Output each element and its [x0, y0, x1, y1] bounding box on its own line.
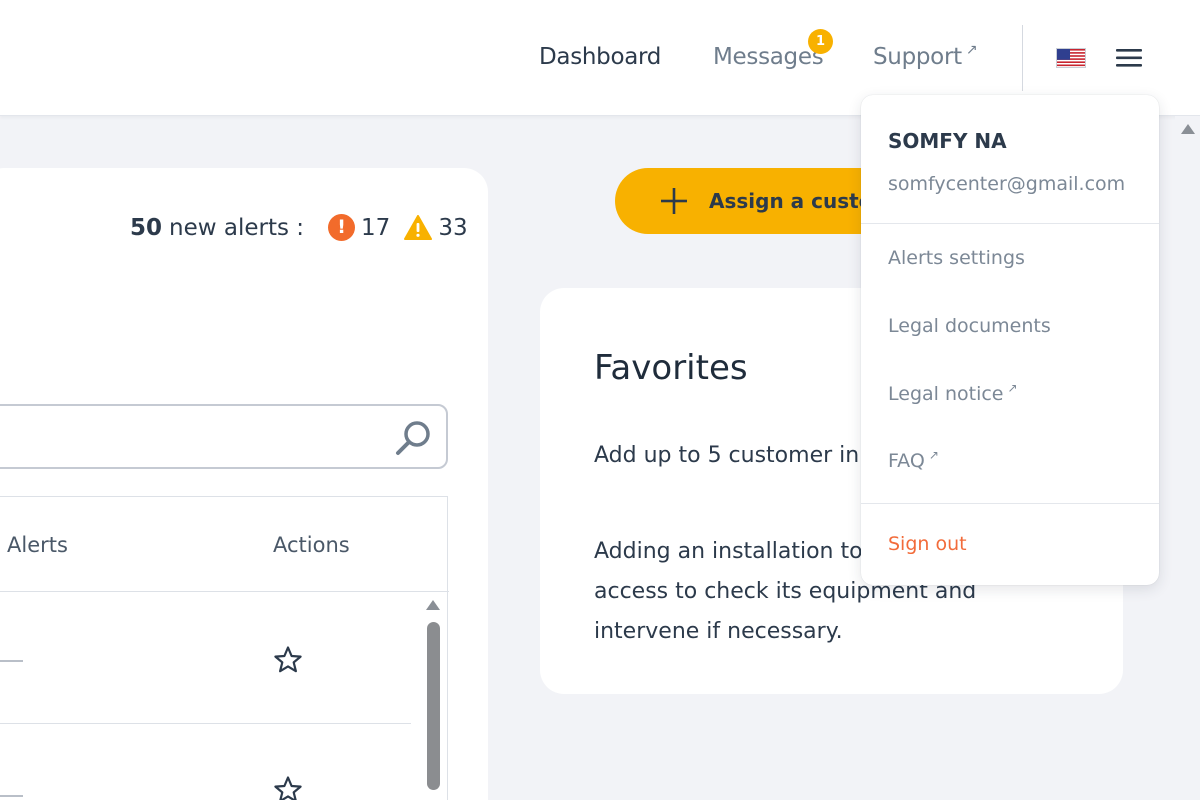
menu-item-legal-notice[interactable]: Legal notice ↗ [888, 381, 1018, 405]
external-link-icon: ↗ [1007, 381, 1018, 395]
nav-support-label: Support [873, 44, 962, 70]
menu-item-alerts-settings[interactable]: Alerts settings [888, 247, 1025, 269]
menu-item-label: Legal documents [888, 315, 1051, 337]
external-link-icon: ↗ [928, 448, 939, 462]
nav-messages[interactable]: Messages [713, 44, 824, 70]
page-scrollbar[interactable] [1175, 116, 1200, 800]
assign-customer-label: Assign a custon [709, 189, 887, 213]
table-scrollbar-thumb[interactable] [427, 622, 440, 790]
menu-item-label: Legal notice [888, 383, 1004, 405]
menu-divider [861, 503, 1159, 504]
nav-support[interactable]: Support ↗ [873, 42, 978, 70]
menu-item-faq[interactable]: FAQ ↗ [888, 448, 939, 472]
star-outline-icon[interactable] [273, 775, 303, 800]
installations-table: Alerts Actions [0, 496, 449, 800]
table-scroll-up-arrow[interactable] [426, 600, 440, 610]
menu-item-legal-documents[interactable]: Legal documents [888, 315, 1051, 337]
error-alert-count: 17 [361, 214, 391, 241]
sign-out-button[interactable]: Sign out [888, 533, 967, 555]
menu-divider [861, 223, 1159, 224]
table-row-alerts-empty [0, 660, 23, 662]
search-icon[interactable] [394, 418, 434, 458]
messages-badge: 1 [808, 29, 833, 54]
menu-item-label: FAQ [888, 450, 925, 472]
table-row-divider [0, 723, 411, 724]
warning-alert-icon [404, 215, 433, 240]
menu-item-label: Alerts settings [888, 247, 1025, 269]
header-divider [1022, 25, 1023, 91]
column-header-alerts[interactable]: Alerts [7, 533, 68, 557]
new-alerts-label: new alerts : [169, 214, 305, 241]
table-header-divider [0, 591, 449, 592]
favorites-title: Favorites [594, 348, 748, 388]
search-input[interactable] [0, 404, 448, 469]
external-link-icon: ↗ [965, 42, 978, 58]
user-menu-dropdown: SOMFY NA somfycenter@gmail.com Alerts se… [861, 95, 1159, 585]
column-header-actions: Actions [273, 533, 350, 557]
plus-icon [661, 188, 687, 214]
us-flag-icon[interactable] [1056, 48, 1086, 68]
nav-dashboard[interactable]: Dashboard [539, 44, 661, 70]
table-row-alerts-empty [0, 795, 23, 797]
page-scroll-up-arrow[interactable] [1181, 124, 1195, 134]
star-outline-icon[interactable] [273, 645, 303, 675]
alerts-summary: 50 new alerts : ! 17 33 [130, 214, 468, 241]
user-name: SOMFY NA [888, 129, 1007, 153]
new-alerts-count: 50 [130, 214, 163, 241]
warning-alert-count: 33 [438, 214, 468, 241]
user-email: somfycenter@gmail.com [888, 173, 1126, 195]
error-alert-icon: ! [328, 214, 356, 241]
hamburger-menu-icon[interactable] [1116, 47, 1142, 69]
